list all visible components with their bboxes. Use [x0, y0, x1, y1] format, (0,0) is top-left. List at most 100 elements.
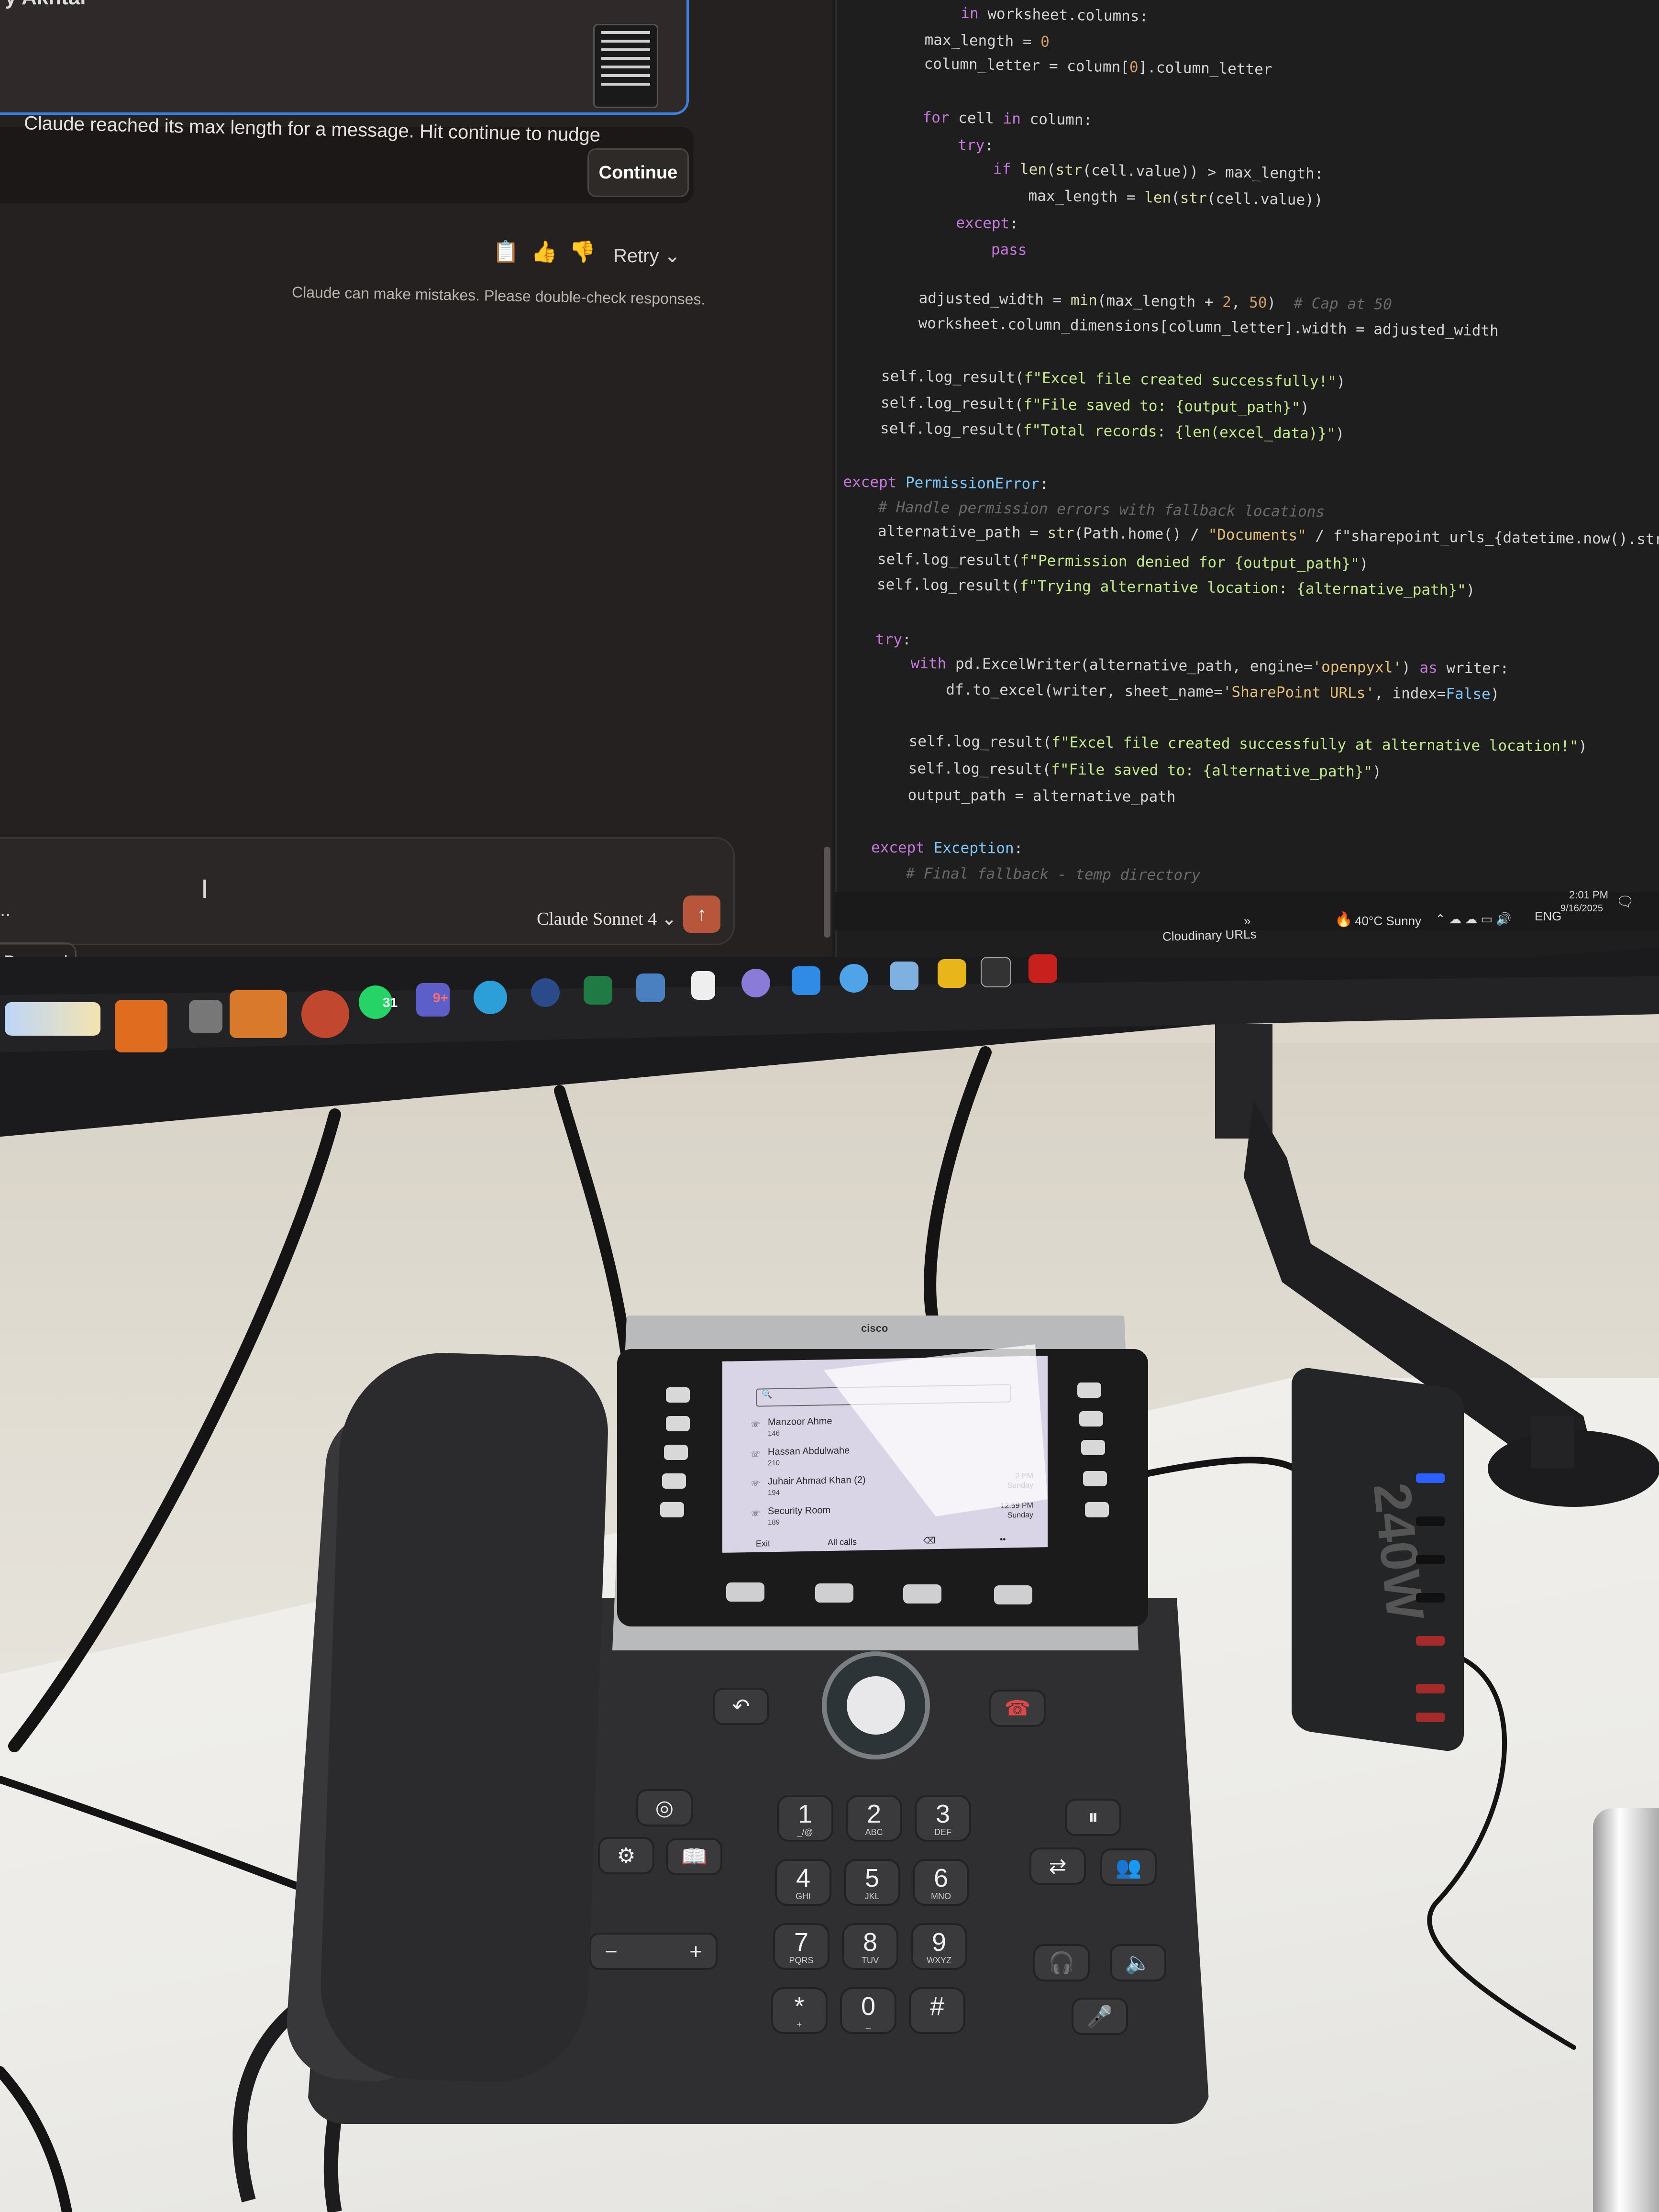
line-key-right-2[interactable] — [1079, 1411, 1103, 1427]
call-day: Sunday — [1007, 1511, 1033, 1520]
missed-call-icon: ☏ — [751, 1509, 760, 1518]
hang-up-icon: ☎ — [1004, 1696, 1031, 1720]
key-digit: 3 — [935, 1800, 951, 1828]
volume-up: + — [689, 1939, 702, 1964]
soft-key-3[interactable] — [903, 1584, 941, 1604]
key-digit: 0 — [861, 1992, 876, 2021]
directory-button[interactable]: 📖 — [666, 1838, 722, 1875]
end-call-button[interactable]: ☎ — [989, 1690, 1046, 1727]
conference-button[interactable]: 👥 — [1100, 1848, 1157, 1886]
hold-button[interactable]: ⏸ — [1065, 1799, 1121, 1836]
charger-port — [1416, 1684, 1445, 1693]
charger-port — [1416, 1516, 1445, 1526]
book-icon: 📖 — [681, 1845, 708, 1869]
key-letters: MNO — [931, 1891, 951, 1901]
keypad-key-0[interactable]: 0 _ — [840, 1987, 896, 2034]
softkey-label[interactable]: •• — [1000, 1535, 1006, 1545]
voicemail-button[interactable]: ◎ — [636, 1789, 693, 1826]
key-digit: 8 — [863, 1928, 878, 1957]
keypad-key-1[interactable]: 1 _/@ — [777, 1795, 833, 1842]
phone-handset[interactable] — [317, 1349, 611, 2086]
keypad-key-8[interactable]: 8 TUV — [842, 1923, 898, 1970]
charger-port — [1416, 1713, 1445, 1722]
charger-port-led — [1416, 1473, 1445, 1483]
key-letters: ABC — [865, 1827, 883, 1837]
keypad-key-2[interactable]: 2 ABC — [846, 1795, 902, 1842]
key-letters: PQRS — [789, 1956, 814, 1965]
line-key-right-1[interactable] — [1077, 1382, 1101, 1398]
keypad-key-3[interactable]: 3 DEF — [915, 1795, 971, 1842]
key-letters: JKL — [864, 1891, 880, 1901]
line-key-left-3[interactable] — [664, 1445, 688, 1460]
line-key-left-2[interactable] — [666, 1416, 690, 1431]
soft-key-2[interactable] — [815, 1583, 853, 1603]
speaker-button[interactable]: 🔈 — [1110, 1944, 1166, 1981]
contact-name[interactable]: Manzoor Ahme — [768, 1416, 832, 1428]
headset-icon: 🎧 — [1048, 1951, 1075, 1975]
key-digit: 5 — [864, 1864, 880, 1892]
conference-icon: 👥 — [1115, 1856, 1142, 1879]
softkey-label[interactable]: ⌫ — [923, 1536, 935, 1546]
keypad-key-7[interactable]: 7 PQRS — [773, 1923, 830, 1970]
contact-extension: 194 — [768, 1488, 780, 1497]
mute-mic-icon: 🎤 — [1086, 2005, 1113, 2028]
line-key-right-3[interactable] — [1081, 1440, 1105, 1455]
voicemail-icon: ◎ — [655, 1796, 674, 1820]
speaker-icon: 🔈 — [1125, 1951, 1151, 1975]
key-digit: 7 — [794, 1928, 809, 1957]
softkey-label[interactable]: All calls — [828, 1537, 857, 1548]
gear-icon: ⚙ — [617, 1844, 636, 1868]
soft-key-1[interactable] — [726, 1582, 764, 1602]
headset-button[interactable]: 🎧 — [1033, 1944, 1090, 1981]
volume-rocker[interactable]: − + — [589, 1933, 718, 1970]
settings-button[interactable]: ⚙ — [598, 1837, 654, 1874]
line-key-left-5[interactable] — [660, 1502, 684, 1517]
cisco-logo: cisco — [861, 1322, 888, 1334]
keypad-key-4[interactable]: 4 GHI — [775, 1859, 831, 1906]
key-letters: DEF — [934, 1827, 951, 1837]
line-key-right-5[interactable] — [1085, 1502, 1109, 1517]
contact-name[interactable]: Juhair Ahmad Khan (2) — [768, 1475, 866, 1488]
soft-key-4[interactable] — [994, 1585, 1032, 1604]
missed-call-icon: ☏ — [751, 1450, 760, 1459]
key-letters: TUV — [862, 1956, 879, 1965]
key-digit: 2 — [866, 1800, 882, 1828]
key-letters: GHI — [795, 1891, 811, 1901]
contact-extension: 189 — [768, 1518, 780, 1527]
key-letters: WXYZ — [927, 1956, 951, 1965]
key-digit: * — [794, 1992, 805, 2021]
back-arrow-icon: ↶ — [732, 1694, 750, 1718]
key-digit: 6 — [933, 1864, 949, 1892]
key-digit: # — [929, 1992, 945, 2021]
transfer-icon: ⇄ — [1049, 1854, 1067, 1878]
binder-rings — [1593, 1808, 1659, 2212]
softkey-label[interactable]: Exit — [756, 1538, 770, 1549]
select-button[interactable] — [847, 1676, 905, 1735]
line-key-right-4[interactable] — [1083, 1471, 1107, 1486]
back-button[interactable]: ↶ — [713, 1688, 769, 1725]
charger-port — [1416, 1636, 1445, 1646]
keypad-key-6[interactable]: 6 MNO — [913, 1859, 969, 1906]
keypad-key-9[interactable]: 9 WXYZ — [911, 1923, 967, 1970]
charger-port — [1416, 1555, 1445, 1564]
contact-name[interactable]: Security Room — [768, 1505, 830, 1517]
mute-button[interactable]: 🎤 — [1072, 1998, 1128, 2035]
line-key-left-4[interactable] — [662, 1473, 686, 1489]
volume-down: − — [605, 1939, 618, 1964]
key-letters: _/@ — [797, 1827, 813, 1837]
key-letters: + — [796, 2020, 802, 2029]
contact-extension: 146 — [768, 1429, 780, 1438]
key-digit: 9 — [931, 1928, 947, 1957]
search-icon: 🔍 — [762, 1389, 773, 1399]
transfer-button[interactable]: ⇄ — [1029, 1847, 1086, 1885]
key-letters: _ — [865, 2020, 871, 2029]
keypad-key-5[interactable]: 5 JKL — [844, 1859, 900, 1906]
keypad-key-*[interactable]: * + — [771, 1987, 828, 2034]
missed-call-icon: ☏ — [751, 1480, 760, 1488]
keypad-key-#[interactable]: # — [909, 1987, 965, 2034]
missed-call-icon: ☏ — [751, 1420, 760, 1429]
contact-name[interactable]: Hassan Abdulwahe — [768, 1445, 850, 1458]
key-digit: 4 — [796, 1864, 811, 1892]
line-key-left-1[interactable] — [666, 1387, 690, 1403]
key-digit: 1 — [797, 1800, 813, 1828]
